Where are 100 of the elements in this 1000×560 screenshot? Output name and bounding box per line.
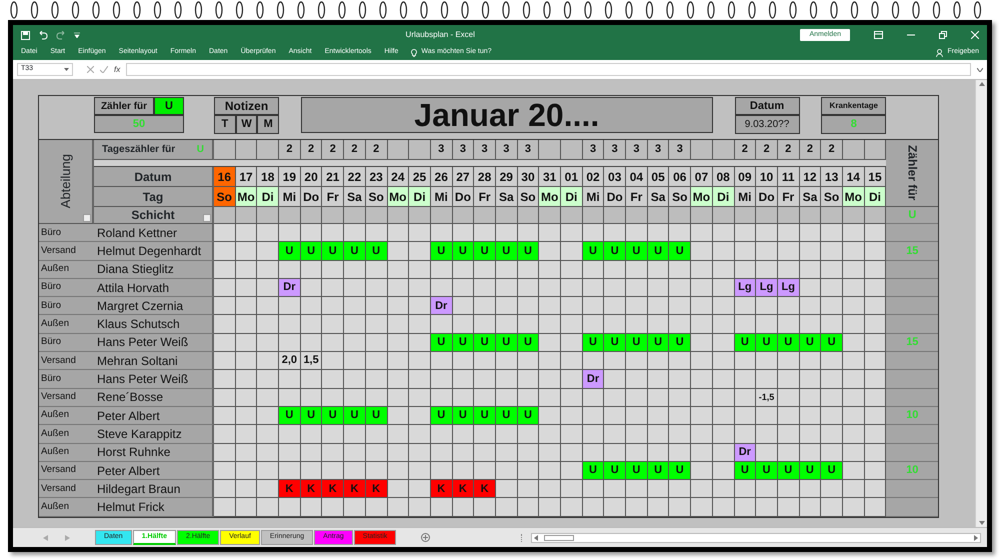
table-cell: U <box>756 462 778 480</box>
table-cell: U <box>778 462 800 480</box>
table-cell: Di <box>409 187 431 207</box>
table-cell: Horst Ruhnke <box>94 444 214 462</box>
table-cell: Mehran Soltani <box>94 352 214 370</box>
table-cell: U <box>279 242 301 261</box>
table-cell: 03 <box>604 167 626 187</box>
table-cell: U <box>474 406 496 426</box>
table-cell: Roland Kettner <box>94 224 214 242</box>
table-cell: U <box>496 406 518 426</box>
table-cell: Versand <box>39 462 94 480</box>
table-cell: U <box>756 334 778 352</box>
table-cell: 01 <box>561 167 583 187</box>
ribbon-display-icon[interactable] <box>874 31 883 39</box>
notes-column: T <box>214 115 236 134</box>
scroll-left-icon[interactable] <box>534 534 538 540</box>
table-cell: 2,0 <box>279 352 301 370</box>
table-cell: 2 <box>800 140 822 160</box>
table-cell: 15 <box>864 167 886 187</box>
table-cell: U <box>300 242 322 261</box>
table-cell: U <box>800 462 822 480</box>
table-cell: U <box>734 462 756 480</box>
table-cell: U <box>474 242 496 261</box>
add-sheet-icon[interactable] <box>421 533 430 542</box>
vertical-scrollbar[interactable] <box>975 80 987 527</box>
horizontal-scrollbar[interactable] <box>531 532 981 542</box>
table-cell: U <box>322 406 344 426</box>
customize-icon[interactable] <box>74 32 80 38</box>
enter-icon[interactable] <box>100 66 108 73</box>
table-cell: U <box>821 334 843 352</box>
table-cell: U <box>452 242 474 261</box>
table-cell: Di <box>561 187 583 207</box>
scroll-down-icon[interactable] <box>978 521 984 525</box>
insert-function-button[interactable]: fx <box>114 64 120 76</box>
table-cell: 13 <box>821 167 843 187</box>
table-cell: So <box>214 187 236 207</box>
table-cell: 14 <box>842 167 865 187</box>
table-cell: Diana Stieglitz <box>94 260 214 279</box>
table-cell: 1,5 <box>300 352 322 370</box>
table-cell: U <box>582 242 604 261</box>
cancel-icon[interactable] <box>87 66 94 73</box>
undo-icon[interactable] <box>38 30 48 40</box>
table-cell: Außen <box>39 260 94 279</box>
table-cell: 3 <box>430 140 453 160</box>
table-cell: U <box>626 334 648 352</box>
table-cell: U <box>669 462 692 480</box>
table-cell: Fr <box>626 187 648 207</box>
table-cell: Steve Karappitz <box>94 425 214 444</box>
sheet-title: Januar 20.... <box>300 97 713 133</box>
redo-icon[interactable] <box>56 30 66 40</box>
filter-button[interactable] <box>83 214 91 222</box>
table-cell: 2 <box>322 140 344 160</box>
table-cell: Do <box>604 187 626 207</box>
table-cell: U <box>648 462 670 480</box>
scroll-thumb[interactable] <box>544 534 574 540</box>
table-cell: U <box>474 334 496 352</box>
table-cell: Di <box>712 187 734 207</box>
table-cell: Außen <box>39 444 94 462</box>
table-cell: K <box>474 480 496 498</box>
table-cell: 3 <box>626 140 648 160</box>
table-cell: 05 <box>648 167 670 187</box>
table-cell: Di <box>257 187 280 207</box>
column-header: Zähler für <box>904 145 920 201</box>
notes-column: M <box>257 115 280 134</box>
table-cell: K <box>344 480 366 498</box>
date-value: 9.03.20?? <box>734 115 800 134</box>
scroll-right-icon[interactable] <box>974 534 978 540</box>
notes-column: W <box>236 115 258 134</box>
notes-title: Notizen <box>214 97 280 115</box>
table-cell: 08 <box>712 167 734 187</box>
close-icon[interactable] <box>971 31 979 39</box>
table-cell: 27 <box>452 167 474 187</box>
table-cell: 3 <box>648 140 670 160</box>
table-cell: 2 <box>279 140 301 160</box>
table-cell: U <box>366 406 388 426</box>
table-cell: U <box>300 406 322 426</box>
table-cell: Dr <box>734 444 756 462</box>
table-cell: 16 <box>214 167 236 187</box>
table-cell: U <box>322 242 344 261</box>
scroll-up-icon[interactable] <box>978 82 984 86</box>
table-cell: Büro <box>39 297 94 316</box>
table-cell: Mi <box>279 187 301 207</box>
formula-input[interactable] <box>126 63 971 76</box>
expand-icon[interactable] <box>977 68 983 72</box>
table-cell: 26 <box>430 167 453 187</box>
table-cell: Versand <box>39 242 94 261</box>
table-cell: 2 <box>734 140 756 160</box>
table-cell: U <box>604 242 626 261</box>
sick-days-label: Krankentage <box>821 97 886 115</box>
restore-icon[interactable] <box>939 31 947 39</box>
table-cell: Mi <box>430 187 453 207</box>
counter-label: Zähler für <box>94 97 154 115</box>
save-icon[interactable] <box>21 30 30 40</box>
filter-button[interactable] <box>203 214 211 222</box>
column-header: U <box>886 207 938 224</box>
table-cell: Sa <box>648 187 670 207</box>
table-cell: Klaus Schutsch <box>94 315 214 334</box>
table-cell: 2 <box>756 140 778 160</box>
table-cell: U <box>496 242 518 261</box>
table-cell: 3 <box>474 140 496 160</box>
